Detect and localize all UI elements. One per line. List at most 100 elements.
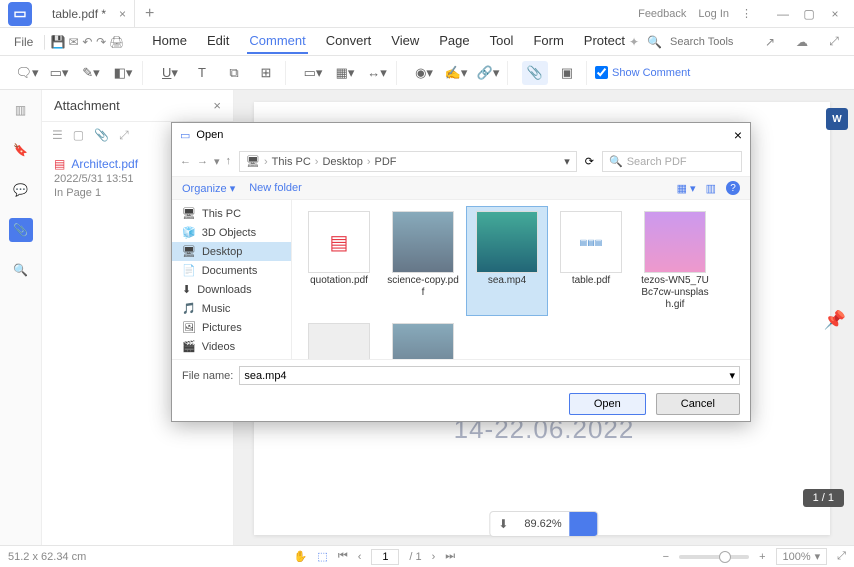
- menu-comment[interactable]: Comment: [247, 29, 307, 54]
- tree-videos[interactable]: 🎬Videos: [172, 337, 291, 356]
- shape-rect-tool[interactable]: ▭▾: [300, 61, 326, 85]
- tree-desktop[interactable]: 🖥Desktop: [172, 242, 291, 261]
- list-icon[interactable]: ☰: [52, 128, 63, 143]
- minimize-button[interactable]: —: [772, 3, 794, 25]
- signature-tool[interactable]: ✍▾: [443, 61, 469, 85]
- menu-convert[interactable]: Convert: [324, 29, 374, 54]
- zoom-block[interactable]: [570, 512, 598, 536]
- breadcrumb[interactable]: 🖥 › This PC › Desktop › PDF ▾: [239, 151, 577, 172]
- breadcrumb-1[interactable]: Desktop: [322, 156, 362, 168]
- expand-icon[interactable]: ⤢: [822, 30, 846, 54]
- tree-music[interactable]: 🎵Music: [172, 299, 291, 318]
- measure-tool[interactable]: ↔▾: [364, 61, 390, 85]
- zoom-in-icon[interactable]: +: [759, 551, 765, 563]
- up-button[interactable]: ↑: [226, 155, 232, 168]
- menu-form[interactable]: Form: [531, 29, 565, 54]
- attachments-icon[interactable]: 📎: [9, 218, 33, 242]
- comments-icon[interactable]: 💬: [9, 178, 33, 202]
- file-extra-1[interactable]: [298, 318, 380, 359]
- pencil-tool[interactable]: ✎▾: [78, 61, 104, 85]
- textbox-tool[interactable]: ⧉: [221, 61, 247, 85]
- dialog-close-button[interactable]: ×: [734, 127, 742, 143]
- select-tool-icon[interactable]: ⬚: [317, 550, 327, 563]
- menu-edit[interactable]: Edit: [205, 29, 231, 54]
- breadcrumb-0[interactable]: This PC: [272, 156, 311, 168]
- search-tools-input[interactable]: [670, 36, 750, 48]
- document-tab[interactable]: table.pdf * ×: [40, 0, 135, 28]
- fit-page-icon[interactable]: ⤢: [837, 550, 846, 563]
- zoom-slider-thumb[interactable]: [719, 551, 731, 563]
- zoom-select[interactable]: 100% ▾: [776, 548, 828, 565]
- attachment-tool[interactable]: 📎: [522, 61, 548, 85]
- file-sea-mp4[interactable]: sea.mp4: [466, 206, 548, 316]
- word-badge-icon[interactable]: W: [826, 108, 848, 130]
- callout-tool[interactable]: ⊞: [253, 61, 279, 85]
- share-icon[interactable]: ↗: [758, 30, 782, 54]
- undo-icon[interactable]: ↶: [82, 30, 94, 54]
- help-icon[interactable]: ?: [726, 181, 740, 195]
- menu-view[interactable]: View: [389, 29, 421, 54]
- close-panel-icon[interactable]: ×: [213, 98, 221, 113]
- show-comment-checkbox[interactable]: [595, 66, 608, 79]
- file-menu[interactable]: File: [8, 35, 39, 49]
- show-comment-toggle[interactable]: Show Comment: [595, 66, 690, 79]
- file-name-input[interactable]: [244, 369, 729, 382]
- organize-button[interactable]: Organize ▾: [182, 182, 235, 195]
- eraser-tool[interactable]: ◧▾: [110, 61, 136, 85]
- file-quotation[interactable]: ▤ quotation.pdf: [298, 206, 380, 316]
- underline-tool[interactable]: U▾: [157, 61, 183, 85]
- recent-dropdown[interactable]: ▾: [214, 155, 220, 168]
- thumbnails-icon[interactable]: ▥: [9, 98, 33, 122]
- tree-3d-objects[interactable]: 🧊3D Objects: [172, 223, 291, 242]
- redo-icon[interactable]: ↷: [95, 30, 107, 54]
- forward-button[interactable]: →: [197, 155, 208, 168]
- close-window-button[interactable]: ×: [824, 3, 846, 25]
- cloud-icon[interactable]: ☁: [790, 30, 814, 54]
- hand-tool-icon[interactable]: ✋: [294, 550, 308, 563]
- file-science-copy[interactable]: science-copy.pdf: [382, 206, 464, 316]
- hide-tool[interactable]: ▣: [554, 61, 580, 85]
- chevron-down-icon[interactable]: ▾: [564, 155, 570, 168]
- expand-attach-icon[interactable]: ⤢: [119, 128, 129, 143]
- download-icon[interactable]: ⬇: [490, 513, 516, 535]
- shape-area-tool[interactable]: ▦▾: [332, 61, 358, 85]
- save-icon[interactable]: 💾: [51, 30, 66, 54]
- file-table-pdf[interactable]: ▤▤▤ table.pdf: [550, 206, 632, 316]
- cancel-button[interactable]: Cancel: [656, 393, 740, 415]
- next-page-icon[interactable]: ›: [432, 551, 436, 563]
- zoom-out-icon[interactable]: −: [663, 551, 669, 563]
- close-tab-icon[interactable]: ×: [119, 7, 126, 21]
- new-folder-button[interactable]: New folder: [249, 182, 302, 194]
- view-large-icon[interactable]: ▦ ▾: [677, 182, 696, 195]
- zoom-slider[interactable]: [679, 555, 749, 559]
- add-tab-button[interactable]: +: [135, 5, 164, 23]
- clip-icon[interactable]: 📎: [94, 128, 109, 143]
- file-name-combo[interactable]: ▾: [239, 366, 740, 385]
- chevron-down-icon[interactable]: ▾: [729, 369, 735, 382]
- file-extra-2[interactable]: [382, 318, 464, 359]
- menu-home[interactable]: Home: [150, 29, 189, 54]
- tree-this-pc[interactable]: 🖥This PC: [172, 204, 291, 223]
- text-tool[interactable]: T: [189, 61, 215, 85]
- note-tool[interactable]: 🗨▾: [14, 61, 40, 85]
- tree-pictures[interactable]: 🖼Pictures: [172, 318, 291, 337]
- pin-icon[interactable]: 📌: [824, 310, 846, 331]
- dialog-search[interactable]: 🔍 Search PDF: [602, 151, 742, 172]
- wand-icon[interactable]: ✦: [629, 35, 639, 49]
- tree-documents[interactable]: 📄Documents: [172, 261, 291, 280]
- open-attach-icon[interactable]: ▢: [73, 128, 84, 143]
- menu-protect[interactable]: Protect: [582, 29, 627, 54]
- menu-tool[interactable]: Tool: [488, 29, 516, 54]
- preview-pane-icon[interactable]: ▥: [706, 182, 716, 195]
- highlight-tool[interactable]: ▭▾: [46, 61, 72, 85]
- tree-downloads[interactable]: ⬇Downloads: [172, 280, 291, 299]
- link-tool[interactable]: 🔗▾: [475, 61, 501, 85]
- first-page-icon[interactable]: ⏮: [338, 550, 348, 563]
- print-icon[interactable]: 🖨: [109, 30, 124, 54]
- prev-page-icon[interactable]: ‹: [358, 551, 362, 563]
- chevron-down-icon[interactable]: ▾: [815, 550, 821, 563]
- feedback-link[interactable]: Feedback: [638, 8, 686, 20]
- mail-icon[interactable]: ✉: [68, 30, 80, 54]
- login-link[interactable]: Log In: [698, 8, 729, 20]
- breadcrumb-2[interactable]: PDF: [375, 156, 397, 168]
